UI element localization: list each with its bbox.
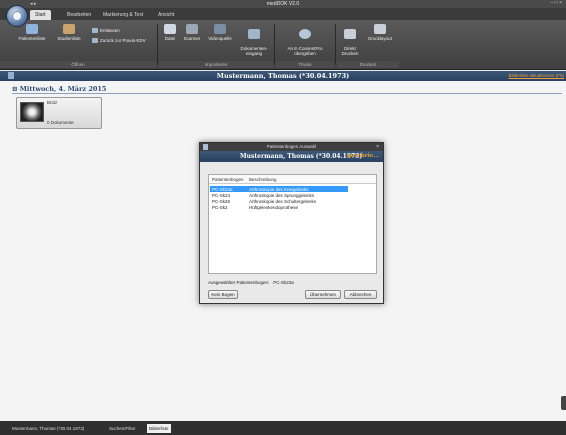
document-inbox-icon [248,29,260,39]
kein-bogen-button[interactable]: Kein Bogen [208,290,238,299]
group-label-oeffnen: Öffnen [0,61,156,68]
dialog-title: Patientenbogen Auswahl [200,143,383,151]
tab-markierung-text[interactable]: Markierung & Text [98,10,148,20]
ribbon-tabs: Start Bearbeiten Markierung & Text Ansic… [0,8,566,20]
direkt-drucken-button[interactable]: Direkt Drucken [339,24,361,56]
group-label-trivine: Trivine [276,61,334,68]
group-drucken: Direkt Drucken Drucklayout Drucken [337,22,399,68]
date-group-header[interactable]: ⊟ Mittwoch, 4. März 2015 [12,85,562,94]
window-controls[interactable]: – □ × [551,0,563,6]
patient-list-icon [26,24,38,34]
patient-name: Mustermann, Thomas (*30.04.1973) [216,72,350,80]
status-bar: Mustermann, Thomas (*30.04.1973) Suchen/… [0,421,566,435]
date-group-label: ⊟ Mittwoch, 4. März 2015 [12,85,107,93]
dokumenten-eingang-button[interactable]: Dokumenten- eingang [237,24,271,56]
ribbon-separator [157,24,158,64]
patient-header-bar: Mustermann, Thomas (*30.04.1973) Bilderl… [0,71,566,81]
window-title: medDOK V2.0 [266,1,300,7]
app-menu-orb[interactable] [6,5,28,27]
an-econsentpro-button[interactable]: An E-ConsentPro übergeben [280,24,330,56]
column-header-beschreibung[interactable]: Beschreibung [249,177,277,182]
scanner-button[interactable]: Scanner [180,24,204,41]
group-trivine: An E-ConsentPro übergeben Trivine [276,22,334,68]
card-label: Bridz [47,100,58,105]
list-header: Patientenbogen Beschreibung [209,175,376,184]
dialog-icon [203,144,208,150]
selected-value: PC-Sk23a [273,280,294,285]
dialog-close-button[interactable]: × [376,143,379,151]
image-series-card[interactable]: Bridz 0 Dokumente [16,97,102,129]
datei-button[interactable]: Datei [160,24,180,41]
dialog-patient-bar: Mustermann, Thomas (*30.04.1973) geschri… [200,151,383,162]
status-tab-patient[interactable]: Mustermann, Thomas (*30.04.1973) [10,424,86,433]
tab-ansicht[interactable]: Ansicht [153,10,179,20]
refresh-image-list-link[interactable]: Bilderliste aktualisieren (F5) [508,73,564,78]
group-importieren: Datei Scanner Videoquelle Dokumenten- ei… [159,22,273,68]
discharge-icon [92,28,98,34]
tab-start[interactable]: Start [30,10,51,20]
zurueck-praxis-button[interactable]: Zurück zur Praxis-EDV [92,38,146,44]
arthroscopy-thumbnail [20,102,44,122]
ribbon-separator [335,24,336,64]
dialog-patient-name: Mustermann, Thomas (*30.04.1973) [240,153,363,160]
video-source-icon [214,24,226,34]
title-bar: ◂ ▸ medDOK V2.0 – □ × [0,0,566,8]
ribbon: Patientenliste Studienliste Entlassen Zu… [0,20,566,70]
back-icon [92,38,98,44]
tab-bearbeiten[interactable]: Bearbeiten [62,10,96,20]
selected-label: Ausgewählter Patientenbogen: [208,280,270,285]
status-tab-bilderliste[interactable]: Bilderliste [147,424,171,433]
videoquelle-button[interactable]: Videoquelle [204,24,236,41]
app-logo-icon [12,11,22,21]
list-item[interactable]: PC-Sk2 Hüftgelenkendoprothese [210,204,348,210]
file-icon [164,24,176,34]
studienliste-button[interactable]: Studienliste [52,24,86,41]
status-tab-suchen-filter[interactable]: Suchen/Filter [107,424,138,433]
study-list-icon [63,24,75,34]
patientenbogen-dialog: Patientenbogen Auswahl × Mustermann, Tho… [199,142,384,304]
selected-patientenbogen: Ausgewählter Patientenbogen: PC-Sk23a [208,280,294,285]
group-label-importieren: Importieren [159,61,273,68]
dialog-patient-tag: geschrie... [347,153,380,159]
group-label-drucken: Drucken [337,61,399,68]
group-oeffnen: Patientenliste Studienliste Entlassen Zu… [0,22,156,68]
print-layout-icon [374,24,386,34]
entlassen-button[interactable]: Entlassen [92,28,120,34]
column-header-patientenbogen[interactable]: Patientenbogen [212,177,244,182]
card-document-count: 0 Dokumente [47,120,74,125]
patientenbogen-list[interactable]: Patientenbogen Beschreibung PC-Sk23a Art… [208,174,377,274]
uebernehmen-button[interactable]: Übernehmen [305,290,341,299]
ribbon-separator [274,24,275,64]
scanner-icon [186,24,198,34]
side-panel-grip[interactable] [561,396,566,410]
drucklayout-button[interactable]: Drucklayout [363,24,397,41]
abbrechen-button[interactable]: Abbrechen [344,290,377,299]
printer-icon [344,29,356,39]
econsent-icon [299,29,311,39]
